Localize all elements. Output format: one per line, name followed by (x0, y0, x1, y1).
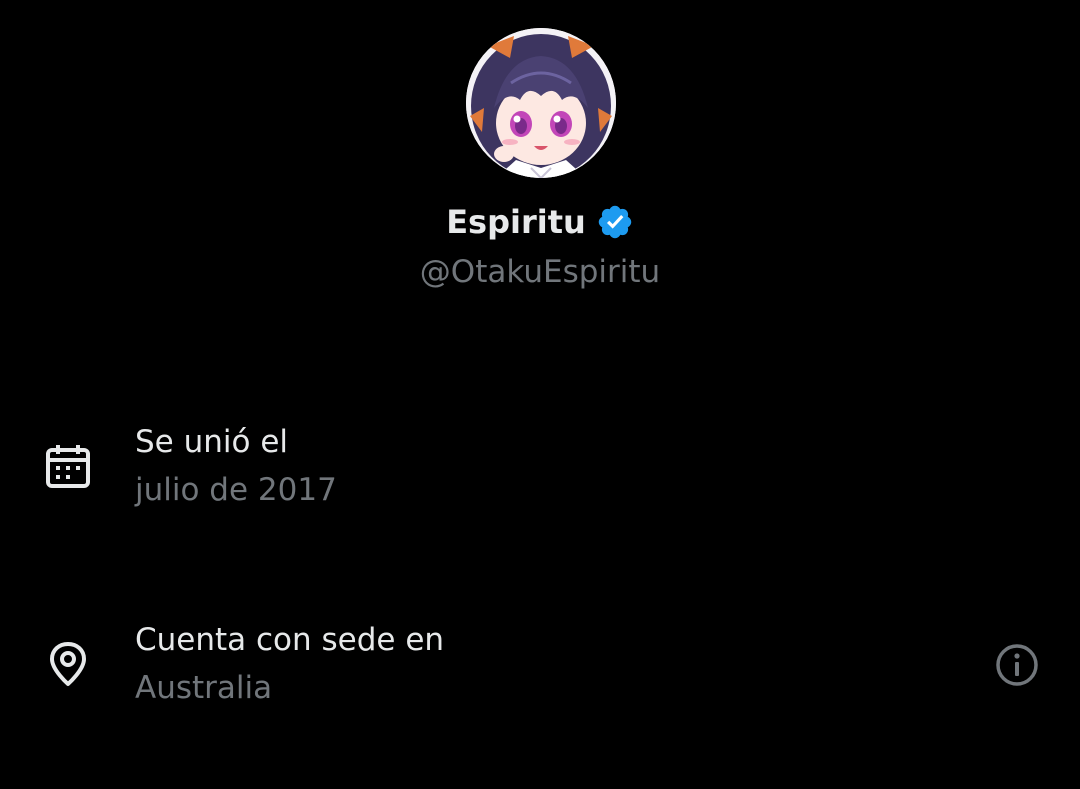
location-value: Australia (135, 670, 273, 706)
joined-date-row: Se unió el julio de 2017 (0, 418, 1080, 518)
avatar-image (466, 28, 616, 178)
info-icon[interactable] (994, 642, 1040, 688)
location-pin-icon (44, 640, 92, 688)
display-name: Espiritu (446, 203, 586, 241)
joined-title: Se unió el (135, 424, 289, 460)
profile-handle: @OtakuEspiritu (419, 254, 661, 290)
profile-avatar[interactable] (466, 28, 616, 178)
account-location-row: Cuenta con sede en Australia (0, 616, 1080, 716)
profile-name-row: Espiritu (0, 198, 1080, 246)
calendar-icon (44, 442, 92, 490)
location-title: Cuenta con sede en (135, 622, 445, 658)
verified-badge-icon[interactable] (596, 203, 634, 241)
joined-value: julio de 2017 (135, 472, 337, 508)
